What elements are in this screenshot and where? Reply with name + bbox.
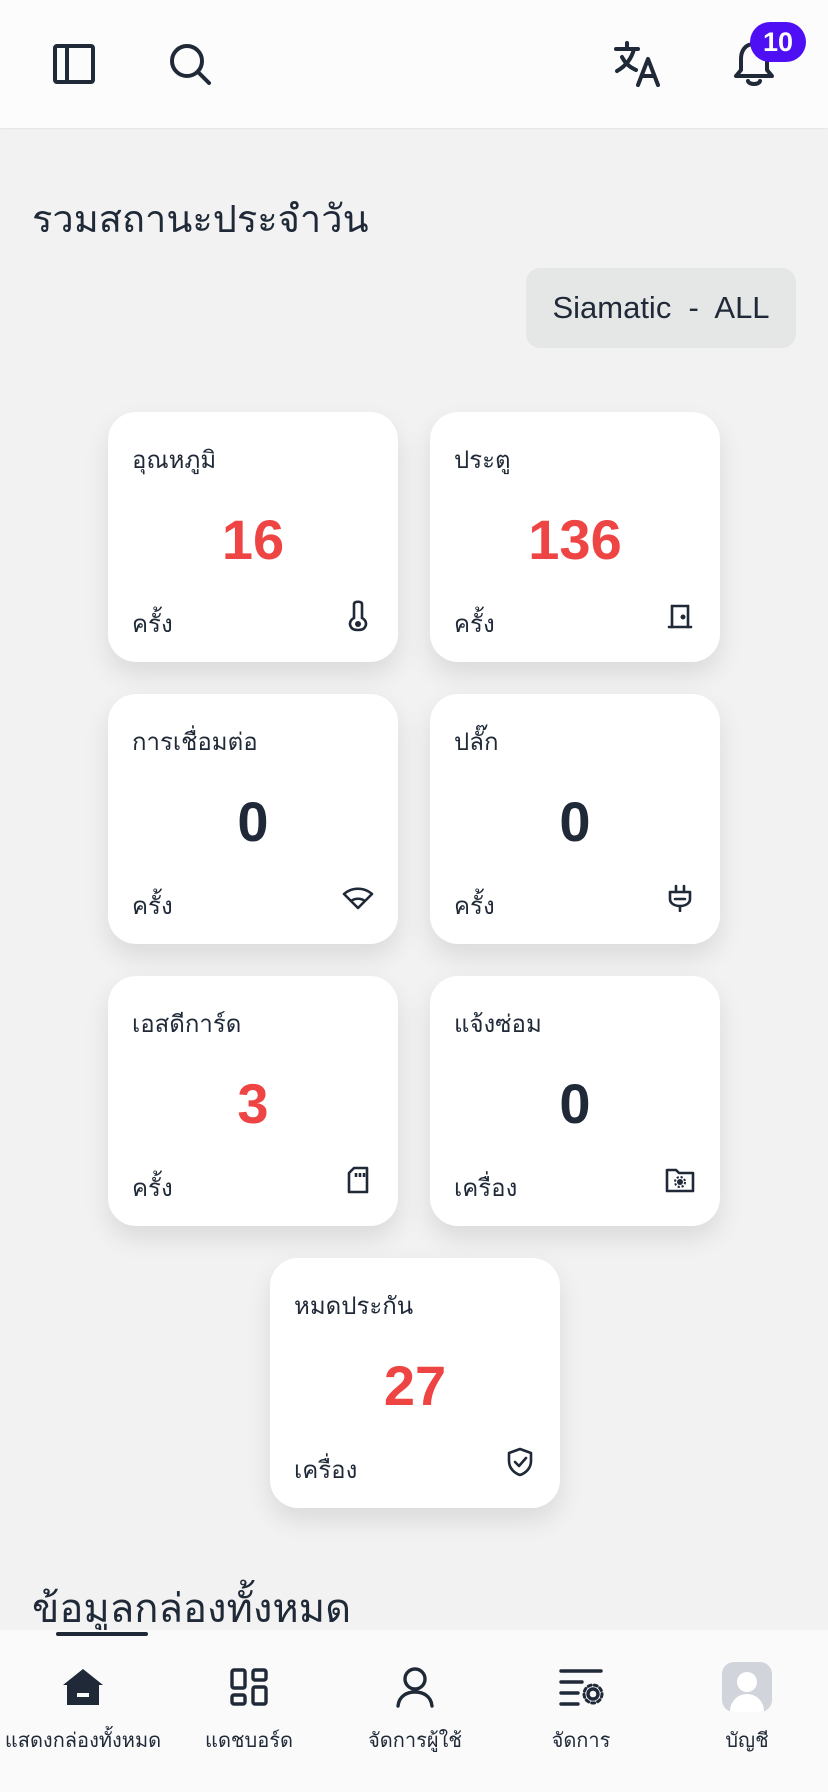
sd-card-icon <box>342 1164 374 1196</box>
nav-item-manage[interactable]: จัดการ <box>498 1630 664 1792</box>
shield-check-icon <box>504 1446 536 1478</box>
card-unit: ครั้ง <box>454 892 495 920</box>
card-value: 0 <box>559 1072 591 1135</box>
nav-item-user-management[interactable]: จัดการผู้ใช้ <box>332 1630 498 1792</box>
nav-item-dashboard[interactable]: แดชบอร์ด <box>166 1630 332 1792</box>
notification-badge: 10 <box>750 22 806 62</box>
card-value: 136 <box>528 508 622 571</box>
user-icon <box>332 1662 498 1712</box>
nav-label: บัญชี <box>725 1728 769 1752</box>
nav-label: จัดการ <box>551 1728 611 1752</box>
folder-gear-icon <box>664 1164 696 1196</box>
door-icon <box>664 600 696 632</box>
card-title: อุณหภูมิ <box>132 446 217 474</box>
page-title: รวมสถานะประจำวัน <box>32 197 369 241</box>
nav-label: แดชบอร์ด <box>205 1728 293 1752</box>
card-unit: ครั้ง <box>132 1174 173 1202</box>
card-sd-card[interactable]: เอสดีการ์ด 3 ครั้ง <box>108 976 398 1226</box>
card-value: 0 <box>559 790 591 853</box>
card-warranty[interactable]: หมดประกัน 27 เครื่อง <box>270 1258 560 1508</box>
card-connection[interactable]: การเชื่อมต่อ 0 ครั้ง <box>108 694 398 944</box>
nav-item-account[interactable]: บัญชี <box>664 1630 828 1792</box>
card-title: ปลั๊ก <box>454 728 499 756</box>
card-value: 3 <box>237 1072 269 1135</box>
card-unit: ครั้ง <box>132 892 173 920</box>
active-tab-indicator <box>56 1632 148 1636</box>
top-bar: 10 <box>0 0 828 128</box>
card-unit: ครั้ง <box>132 610 173 638</box>
card-plug[interactable]: ปลั๊ก 0 ครั้ง <box>430 694 720 944</box>
card-door[interactable]: ประตู 136 ครั้ง <box>430 412 720 662</box>
card-title: เอสดีการ์ด <box>132 1010 242 1038</box>
card-value: 27 <box>383 1354 447 1417</box>
card-title: การเชื่อมต่อ <box>132 728 258 756</box>
card-value: 0 <box>237 790 269 853</box>
thermometer-icon <box>342 600 374 632</box>
wifi-icon <box>342 882 374 914</box>
avatar <box>722 1662 772 1712</box>
nav-label: จัดการผู้ใช้ <box>368 1728 462 1752</box>
card-title: หมดประกัน <box>294 1292 414 1320</box>
plug-icon <box>664 882 696 914</box>
manage-settings-icon <box>498 1662 664 1712</box>
nav-label: แสดงกล่องทั้งหมด <box>4 1728 162 1752</box>
search-icon[interactable] <box>166 40 214 88</box>
translate-icon[interactable] <box>612 38 664 90</box>
card-title: แจ้งซ่อม <box>454 1010 542 1038</box>
dashboard-icon <box>166 1662 332 1712</box>
card-unit: ครั้ง <box>454 610 495 638</box>
avatar-icon <box>664 1662 828 1712</box>
card-unit: เครื่อง <box>454 1174 518 1202</box>
card-title: ประตู <box>454 446 511 474</box>
home-icon <box>0 1662 166 1712</box>
site-selector[interactable]: Siamatic - ALL <box>526 268 796 348</box>
card-repair[interactable]: แจ้งซ่อม 0 เครื่อง <box>430 976 720 1226</box>
sidebar-toggle-icon[interactable] <box>50 40 98 88</box>
card-unit: เครื่อง <box>294 1456 358 1484</box>
nav-item-all-boxes[interactable]: แสดงกล่องทั้งหมด <box>0 1630 166 1792</box>
bottom-nav: แสดงกล่องทั้งหมด แดชบอร์ด จัดการผู้ใช้ จ… <box>0 1630 828 1792</box>
card-temperature[interactable]: อุณหภูมิ 16 ครั้ง <box>108 412 398 662</box>
card-value: 16 <box>221 508 285 571</box>
